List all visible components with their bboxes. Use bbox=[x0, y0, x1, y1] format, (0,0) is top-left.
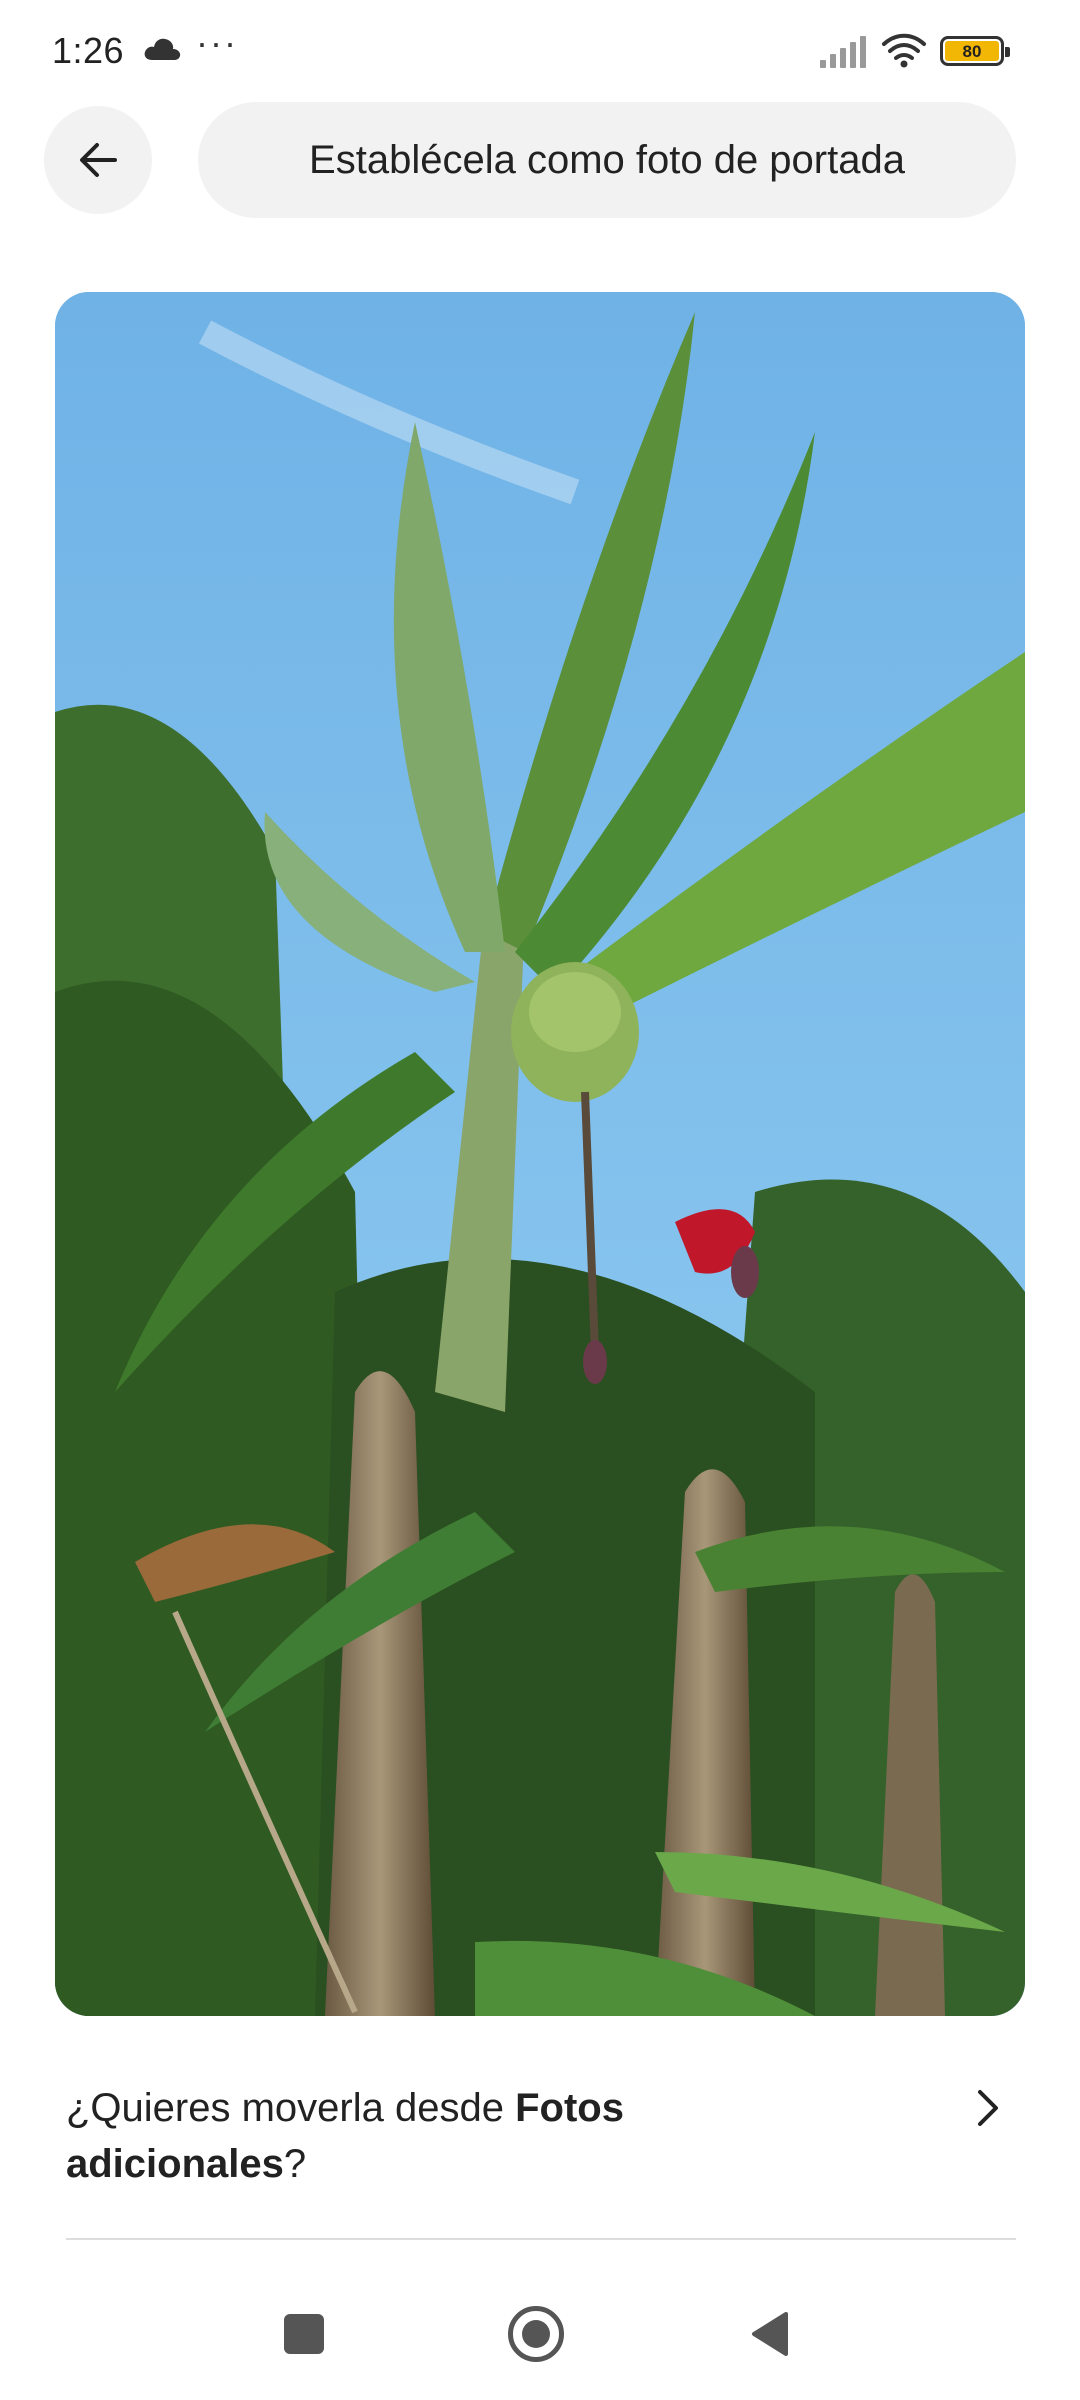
back-triangle-icon[interactable] bbox=[748, 2310, 792, 2358]
move-prompt-prefix: ¿Quieres moverla desde bbox=[66, 2086, 516, 2130]
divider bbox=[66, 2238, 1016, 2240]
battery-level: 80 bbox=[945, 41, 999, 61]
move-prompt-text: ¿Quieres moverla desde Fotos adicionales… bbox=[66, 2080, 826, 2192]
signal-icon bbox=[820, 36, 866, 68]
cloud-icon bbox=[144, 38, 181, 60]
status-time: 1:26 bbox=[52, 30, 125, 71]
photo-illustration bbox=[55, 292, 1025, 2016]
back-button[interactable] bbox=[44, 106, 152, 214]
home-circle-icon[interactable] bbox=[508, 2306, 564, 2362]
wifi-icon bbox=[882, 33, 926, 68]
more-dots: ··· bbox=[196, 22, 238, 63]
move-prompt-suffix: ? bbox=[283, 2142, 307, 2186]
battery-icon: 80 bbox=[940, 36, 1010, 66]
status-bar: 1:26 ··· 80 bbox=[0, 0, 1080, 104]
move-from-additional-photos-row[interactable]: ¿Quieres moverla desde Fotos adicionales… bbox=[66, 2080, 1016, 2210]
set-cover-photo-button[interactable]: Establécela como foto de portada bbox=[198, 102, 1016, 218]
chevron-right-icon bbox=[978, 2090, 998, 2126]
recents-square-icon[interactable] bbox=[284, 2314, 324, 2354]
arrow-left-icon bbox=[80, 143, 117, 177]
banana-plants-photo bbox=[55, 292, 1025, 2016]
